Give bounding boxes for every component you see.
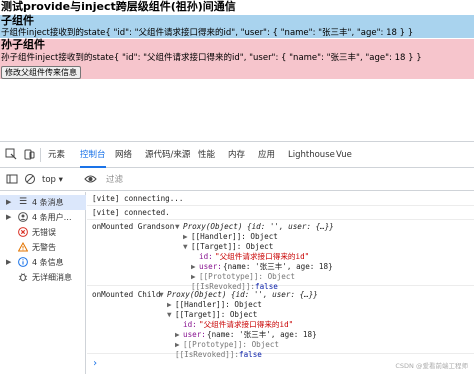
modify-parent-info-button[interactable]: 修改父组件传来信息: [1, 66, 81, 79]
tab-console[interactable]: 控制台: [80, 142, 106, 168]
watermark: CSDN @爱看前端工程师: [395, 362, 468, 370]
proxy-summary[interactable]: Proxy(Object) {id: '', user: {…}}: [167, 290, 318, 300]
devtools-panel: 元素 控制台 网络 源代码/来源 性能 内存 应用 Lighthouse Vue…: [0, 141, 474, 374]
sidebar-item-info[interactable]: ▶ 4 条信息: [0, 255, 86, 270]
collapse-triangle-icon[interactable]: ▶: [175, 340, 180, 350]
console-message-child: onMounted Child ▼ Proxy(Object) {id: '',…: [87, 288, 474, 359]
tab-memory[interactable]: 内存: [228, 142, 245, 168]
sidebar-item-messages[interactable]: ▶ ☰ 4 条消息: [0, 195, 86, 210]
user-icon: [17, 210, 29, 225]
eye-icon[interactable]: [84, 173, 97, 190]
list-icon: ☰: [18, 197, 28, 207]
chevron-right-icon: ▶: [6, 258, 12, 266]
chevron-right-icon: ▶: [6, 213, 12, 221]
filter-input[interactable]: [106, 172, 266, 188]
page-title: 测试provide与inject跨层级组件(祖孙)间通信: [1, 0, 236, 13]
clear-console-icon[interactable]: [24, 173, 36, 190]
sidebar-item-verbose[interactable]: 无详细消息: [0, 270, 86, 285]
devtools-tabbar: 元素 控制台 网络 源代码/来源 性能 内存 应用 Lighthouse Vue: [0, 142, 474, 168]
collapse-triangle-icon[interactable]: ▶: [183, 232, 188, 242]
grandson-component-title: 孙子组件: [1, 38, 45, 51]
console-prompt[interactable]: ›: [92, 358, 98, 369]
expand-triangle-icon[interactable]: ▼: [159, 290, 164, 300]
context-select[interactable]: top ▾: [42, 173, 63, 187]
console-sidebar: ▶ ☰ 4 条消息 ▶ 4 条用户… 无错误 无警告 ▶ 4 条信息 无详细消息: [0, 192, 86, 374]
sidebar-item-errors[interactable]: 无错误: [0, 225, 86, 240]
tab-performance[interactable]: 性能: [198, 142, 215, 168]
collapse-triangle-icon[interactable]: ▶: [191, 272, 196, 282]
tab-elements[interactable]: 元素: [48, 142, 65, 168]
tab-lighthouse[interactable]: Lighthouse: [288, 142, 335, 168]
console-toolbar: top ▾: [0, 169, 474, 191]
grandson-component-state: 孙子组件inject接收到的state{ "id": "父组件请求接口得来的id…: [1, 53, 422, 63]
console-message-grandson: onMounted Grandson ▼ Proxy(Object) {id: …: [87, 220, 474, 291]
tab-application[interactable]: 应用: [258, 142, 275, 168]
expand-triangle-icon[interactable]: ▼: [167, 310, 172, 320]
console-message: [vite] connecting...: [87, 192, 474, 206]
child-component-title: 子组件: [1, 14, 34, 27]
collapse-triangle-icon[interactable]: ▶: [191, 262, 196, 272]
proxy-summary[interactable]: Proxy(Object) {id: '', user: {…}}: [183, 222, 334, 232]
sidebar-item-warnings[interactable]: 无警告: [0, 240, 86, 255]
inspect-element-icon[interactable]: [4, 148, 18, 162]
console-output: [vite] connecting... [vite] connected. o…: [87, 192, 474, 374]
sidebar-toggle-icon[interactable]: [6, 173, 18, 190]
expand-triangle-icon[interactable]: ▼: [175, 222, 180, 232]
child-component-state: 子组件inject接收到的state{ "id": "父组件请求接口得来的id"…: [1, 28, 414, 38]
tab-vue[interactable]: Vue: [336, 142, 352, 168]
expand-triangle-icon[interactable]: ▼: [183, 242, 188, 252]
page-area: 测试provide与inject跨层级组件(祖孙)间通信 子组件 子组件inje…: [0, 0, 474, 134]
sidebar-item-user-messages[interactable]: ▶ 4 条用户…: [0, 210, 86, 225]
bug-icon: [17, 270, 29, 285]
collapse-triangle-icon[interactable]: ▶: [175, 330, 180, 340]
tab-sources[interactable]: 源代码/来源: [145, 142, 190, 168]
tab-network[interactable]: 网络: [115, 142, 132, 168]
device-toolbar-icon[interactable]: [22, 148, 36, 162]
error-icon: [17, 225, 29, 240]
chevron-right-icon: ▶: [6, 198, 12, 206]
collapse-triangle-icon[interactable]: ▶: [167, 300, 172, 310]
console-message: [vite] connected.: [87, 206, 474, 220]
info-icon: [17, 255, 29, 270]
warning-icon: [17, 240, 29, 255]
